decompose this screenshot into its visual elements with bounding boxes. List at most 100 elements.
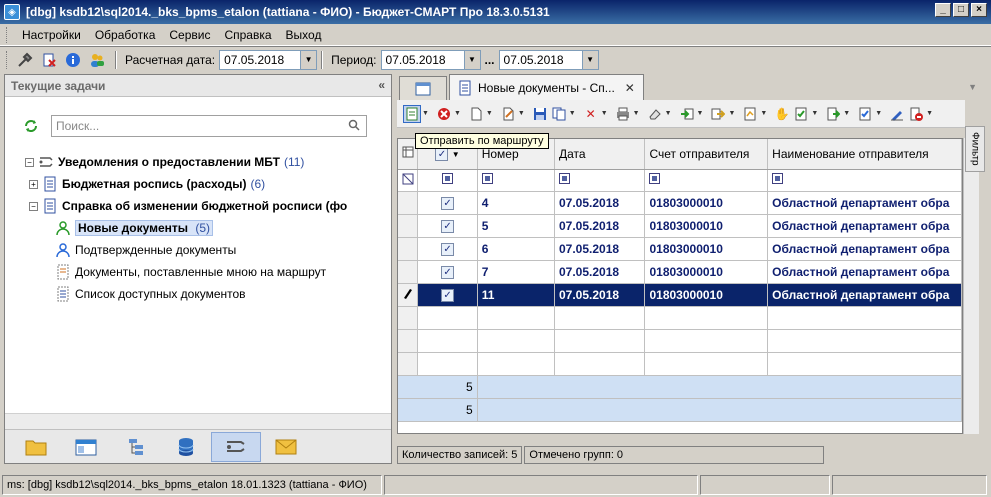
table-row[interactable]: ✓ 6 07.05.2018 01803000010 Областной деп… <box>398 237 962 261</box>
dropdown-icon[interactable]: ▼ <box>665 110 672 117</box>
row-checkbox[interactable]: ✓ <box>441 197 455 210</box>
column-header-date[interactable]: Дата <box>554 139 646 170</box>
collapse-icon[interactable]: « <box>378 78 385 92</box>
dropdown-icon[interactable]: ▼ <box>633 110 640 117</box>
dropdown-icon[interactable]: ▼ <box>463 50 480 69</box>
select-all-checkbox[interactable]: ✓ <box>435 148 449 162</box>
expand-node-icon[interactable]: + <box>29 179 38 189</box>
column-header-account[interactable]: Счет отправителя <box>644 139 769 170</box>
close-button[interactable]: × <box>971 3 987 17</box>
close-tab-icon[interactable]: ✕ <box>625 81 635 95</box>
sign-icon[interactable] <box>888 105 906 123</box>
filter-cell[interactable] <box>644 169 769 192</box>
menu-settings[interactable]: Настройки <box>15 28 88 42</box>
menu-exit[interactable]: Выход <box>279 28 329 42</box>
tree-item-new-docs[interactable]: Новые документы (5) <box>25 217 391 239</box>
maximize-button[interactable]: □ <box>953 3 969 17</box>
dropdown-icon[interactable]: ▼ <box>486 110 493 117</box>
grid-vscrollbar[interactable] <box>963 138 979 434</box>
tab-home[interactable] <box>399 76 447 100</box>
check-doc-icon[interactable] <box>856 105 874 123</box>
tree-hscrollbar[interactable] <box>5 413 391 429</box>
forward-icon[interactable] <box>824 105 842 123</box>
tree-item-available[interactable]: Список доступных документов <box>25 283 391 305</box>
menu-help[interactable]: Справка <box>217 28 278 42</box>
filter-icon[interactable] <box>649 173 661 184</box>
nav-window-button[interactable] <box>61 432 111 462</box>
tools-icon[interactable] <box>15 50 35 70</box>
erase-icon[interactable] <box>646 105 664 123</box>
collapse-node-icon[interactable]: − <box>25 157 34 167</box>
tree-item-mbt[interactable]: − Уведомления о предоставлении МБТ (11) <box>25 151 391 173</box>
table-row[interactable]: ✓ 7 07.05.2018 01803000010 Областной деп… <box>398 260 962 284</box>
delete-doc-icon[interactable] <box>39 50 59 70</box>
filter-icon[interactable] <box>558 173 570 184</box>
nav-folder-button[interactable] <box>11 432 61 462</box>
minimize-button[interactable]: _ <box>935 3 951 17</box>
calc-date-field[interactable]: 07.05.2018 ▼ <box>219 49 318 70</box>
filter-cell[interactable] <box>554 169 646 192</box>
filter-side-tab[interactable]: Фильтр <box>965 126 985 172</box>
table-row[interactable]: ✓ 5 07.05.2018 01803000010 Областной деп… <box>398 214 962 238</box>
hand-icon[interactable]: ✋ <box>773 105 791 123</box>
nav-mail-button[interactable] <box>261 432 311 462</box>
row-checkbox[interactable]: ✓ <box>441 243 455 256</box>
row-checkbox[interactable]: ✓ <box>441 266 455 279</box>
table-row-selected[interactable]: ✓ 11 07.05.2018 01803000010 Областной де… <box>398 283 962 307</box>
delete-icon[interactable]: ✕ <box>582 105 600 123</box>
tree-item-spravka[interactable]: − Справка об изменении бюджетной росписи… <box>25 195 391 217</box>
period-to-field[interactable]: 07.05.2018 ▼ <box>498 49 599 70</box>
save-icon[interactable] <box>531 105 549 123</box>
row-checkbox[interactable]: ✓ <box>441 220 455 233</box>
tree-item-budget[interactable]: + Бюджетная роспись (расходы) (6) <box>25 173 391 195</box>
dropdown-icon[interactable]: ▼ <box>728 110 735 117</box>
row-checkbox[interactable]: ✓ <box>441 289 455 302</box>
send-route-button[interactable] <box>403 104 421 123</box>
users-icon[interactable] <box>87 50 107 70</box>
dropdown-icon[interactable]: ▼ <box>811 110 818 117</box>
filter-icon[interactable] <box>772 173 784 184</box>
block-icon[interactable] <box>907 105 925 123</box>
export-icon[interactable] <box>709 105 727 123</box>
dropdown-icon[interactable]: ▼ <box>569 110 576 117</box>
dropdown-icon[interactable]: ▼ <box>926 110 933 117</box>
nav-route-button[interactable] <box>211 431 261 462</box>
filter-cell[interactable] <box>477 169 555 192</box>
new-doc-icon[interactable] <box>467 105 485 123</box>
dropdown-icon[interactable]: ▼ <box>697 110 704 117</box>
menu-service[interactable]: Сервис <box>162 28 217 42</box>
tab-list-dropdown-icon[interactable]: ▼ <box>968 82 977 92</box>
dropdown-icon[interactable]: ▼ <box>581 50 598 69</box>
filter-icon[interactable] <box>442 173 454 184</box>
approve-icon[interactable] <box>792 105 810 123</box>
table-row[interactable]: ✓ 4 07.05.2018 01803000010 Областной деп… <box>398 191 962 215</box>
info-icon[interactable] <box>63 50 83 70</box>
dropdown-icon[interactable]: ▼ <box>518 110 525 117</box>
tree-item-routed[interactable]: Документы, поставленные мною на маршрут <box>25 261 391 283</box>
send-route-dropdown-icon[interactable]: ▼ <box>422 110 429 117</box>
dropdown-icon[interactable]: ▼ <box>454 110 461 117</box>
tab-new-documents[interactable]: Новые документы - Сп... ✕ <box>449 74 644 100</box>
copy-icon[interactable] <box>550 105 568 123</box>
nav-database-button[interactable] <box>161 432 211 462</box>
column-header-sender-name[interactable]: Наименование отправителя <box>767 139 962 170</box>
nav-tree-button[interactable] <box>111 432 161 462</box>
column-dropdown-icon[interactable]: ▼ <box>452 150 460 159</box>
tree-item-confirmed[interactable]: Подтвержденные документы <box>25 239 391 261</box>
edit-doc-icon[interactable] <box>499 105 517 123</box>
search-input[interactable]: Поиск... <box>51 115 367 137</box>
print-icon[interactable] <box>614 105 632 123</box>
filter-cell[interactable] <box>417 169 478 192</box>
import-icon[interactable] <box>678 105 696 123</box>
dropdown-icon[interactable]: ▼ <box>601 110 608 117</box>
dropdown-icon[interactable]: ▼ <box>875 110 882 117</box>
filter-cell[interactable] <box>767 169 962 192</box>
collapse-node-icon[interactable]: − <box>29 201 38 211</box>
report-icon[interactable] <box>741 105 759 123</box>
period-from-field[interactable]: 07.05.2018 ▼ <box>380 49 481 70</box>
filter-icon[interactable] <box>481 173 493 184</box>
refresh-icon[interactable] <box>23 118 39 134</box>
cancel-icon[interactable] <box>435 105 453 123</box>
menu-processing[interactable]: Обработка <box>88 28 163 42</box>
dropdown-icon[interactable]: ▼ <box>760 110 767 117</box>
